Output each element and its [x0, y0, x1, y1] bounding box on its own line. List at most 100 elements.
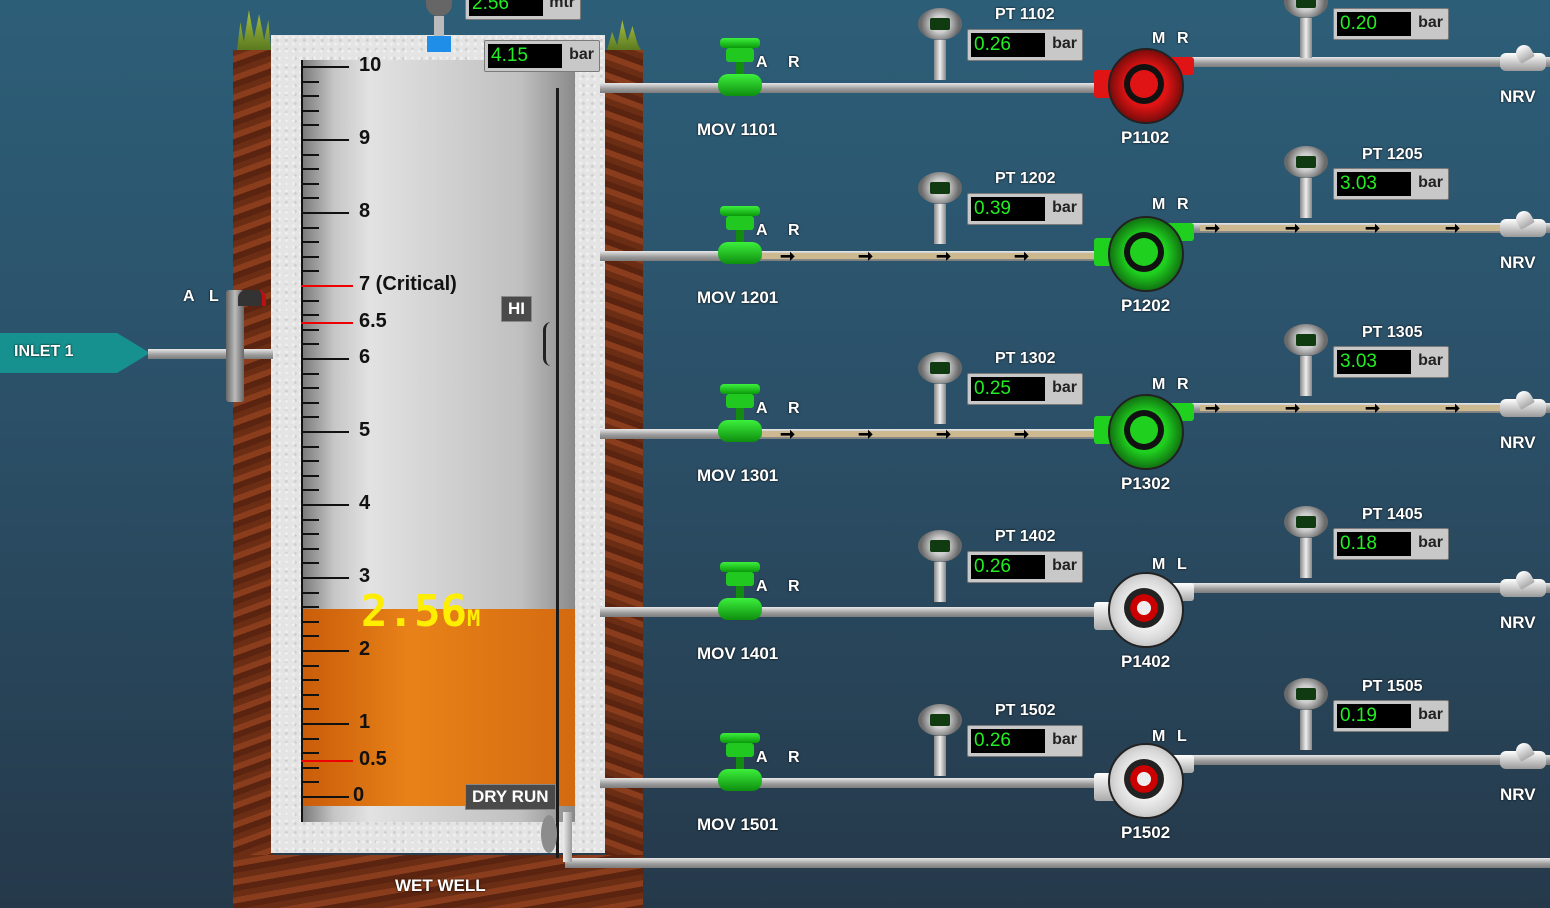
mov-mode-a: A: [756, 749, 768, 766]
suction-pt-label: PT 1202: [995, 170, 1056, 187]
suction-pressure-readout: 0.26 bar: [967, 725, 1083, 757]
ruler-minor-tick: [301, 197, 319, 200]
nrv-label: NRV: [1500, 253, 1536, 272]
ruler-minor-tick: [301, 401, 319, 404]
level-top-value: 2.56: [469, 0, 543, 16]
pressure-transmitter-icon[interactable]: [1282, 506, 1330, 586]
pump-mode-m: M: [1152, 196, 1166, 213]
ruler-minor-tick: [301, 723, 349, 725]
pump-label: P1502: [1121, 823, 1171, 842]
pressure-transmitter-icon[interactable]: [1282, 324, 1330, 404]
pump-icon[interactable]: [1090, 212, 1200, 302]
pump-mode-r: R: [1177, 196, 1189, 213]
flow-arrow-icon: ➞: [1285, 398, 1301, 418]
pressure-transmitter-icon[interactable]: [1282, 0, 1330, 66]
ruler-minor-tick: [301, 226, 319, 229]
ruler-minor-tick: [301, 66, 349, 68]
return-pipe-riser: [563, 812, 572, 862]
suction-pressure-readout: 0.25 bar: [967, 373, 1083, 405]
hi-tag: HI: [501, 296, 532, 322]
discharge-pressure-unit: bar: [1418, 14, 1443, 31]
ruler-minor-tick: [301, 664, 319, 667]
ruler-minor-tick: [301, 387, 319, 390]
ruler-minor-tick: [301, 431, 349, 433]
suction-pressure-unit: bar: [1052, 199, 1077, 216]
flow-arrow-icon: ➞: [1205, 398, 1221, 418]
discharge-pressure-unit: bar: [1418, 706, 1443, 723]
dry-run-float-icon: [541, 815, 557, 853]
ruler-alarm-tick: [301, 321, 353, 324]
level-top-readout: 2.56 mtr: [465, 0, 581, 20]
ruler-label: 6.5: [359, 309, 387, 332]
mov-label: MOV 1101: [697, 120, 778, 139]
flow-arrow-icon: ➞: [1014, 424, 1030, 444]
wetwell-pressure-value: 4.15: [488, 44, 562, 68]
ruler-minor-tick: [301, 606, 319, 609]
check-valve-icon[interactable]: [1500, 42, 1546, 79]
flow-arrow-icon: ➞: [936, 246, 952, 266]
inlet-actuator-icon: [238, 290, 266, 306]
ruler-alarm-tick: [301, 285, 353, 287]
suction-pressure-unit: bar: [1052, 35, 1077, 52]
pump-mode-r: R: [1177, 376, 1189, 393]
suction-pipe: [600, 778, 1110, 788]
discharge-pressure-value: 3.03: [1337, 172, 1411, 196]
check-valve-icon[interactable]: [1500, 388, 1546, 425]
check-valve-icon[interactable]: [1500, 740, 1546, 777]
check-valve-icon[interactable]: [1500, 208, 1546, 245]
pump-icon[interactable]: [1090, 44, 1200, 134]
mov-mode-a: A: [756, 400, 768, 417]
nrv-label: NRV: [1500, 433, 1536, 452]
pump-mode-m: M: [1152, 30, 1166, 47]
discharge-pressure-readout: 0.18 bar: [1333, 528, 1449, 560]
flow-arrow-icon: ➞: [858, 246, 874, 266]
flow-arrow-icon: ➞: [1365, 218, 1381, 238]
flow-arrow-icon: ➞: [1365, 398, 1381, 418]
wetwell-pressure-unit: bar: [569, 46, 594, 63]
check-valve-icon[interactable]: [1500, 568, 1546, 605]
suction-pipe: [600, 607, 1110, 617]
ruler-scale: 10 9 8 7 (Critical) 6.5 6 5 4 3 2 1 0.5 0: [301, 54, 501, 822]
pressure-transmitter-icon[interactable]: [916, 172, 964, 252]
ruler-minor-tick: [301, 693, 319, 696]
pressure-transmitter-icon[interactable]: [1282, 146, 1330, 226]
wet-well-label: WET WELL: [395, 876, 486, 895]
suction-pressure-unit: bar: [1052, 731, 1077, 748]
pump-label: P1302: [1121, 474, 1171, 493]
suction-pt-label: PT 1502: [995, 702, 1056, 719]
pump-icon[interactable]: [1090, 739, 1200, 829]
level-top-unit: mtr: [549, 0, 575, 11]
discharge-pressure-value: 0.19: [1337, 704, 1411, 728]
pump-icon[interactable]: [1090, 390, 1200, 480]
pump-mode-r: R: [1177, 30, 1189, 47]
pump-mode-m: M: [1152, 728, 1166, 745]
ruler-minor-tick: [301, 679, 319, 682]
pump-icon[interactable]: [1090, 568, 1200, 658]
pressure-transmitter-icon[interactable]: [916, 530, 964, 610]
pressure-transmitter-icon[interactable]: [916, 8, 964, 88]
ruler-minor-tick: [301, 518, 319, 521]
ruler-minor-tick: [301, 766, 319, 769]
level-value: 2.56: [361, 586, 467, 637]
inlet-gate-icon[interactable]: [226, 290, 244, 402]
ruler-minor-tick: [301, 358, 349, 360]
ruler-minor-tick: [301, 80, 319, 83]
inlet-pipe: [148, 349, 273, 359]
pressure-transmitter-icon[interactable]: [1282, 678, 1330, 758]
discharge-pressure-unit: bar: [1418, 174, 1443, 191]
discharge-pt-label: PT 1205: [1362, 146, 1423, 163]
grass-left: [237, 10, 271, 50]
pump-mode-r: L: [1177, 556, 1187, 573]
ruler-minor-tick: [301, 620, 319, 623]
pressure-transmitter-icon[interactable]: [916, 704, 964, 784]
inlet-mode-l: L: [209, 288, 219, 305]
suction-pressure-value: 0.26: [971, 729, 1045, 753]
ruler-label: 9: [359, 127, 371, 149]
pressure-transmitter-icon[interactable]: [916, 352, 964, 432]
mov-mode-r: R: [788, 54, 800, 71]
ruler-label: 8: [359, 200, 371, 222]
discharge-pressure-readout: 0.20 bar: [1333, 8, 1449, 40]
ruler-minor-tick: [301, 372, 319, 375]
nrv-label: NRV: [1500, 785, 1536, 804]
level-transmitter-icon: [424, 0, 454, 52]
